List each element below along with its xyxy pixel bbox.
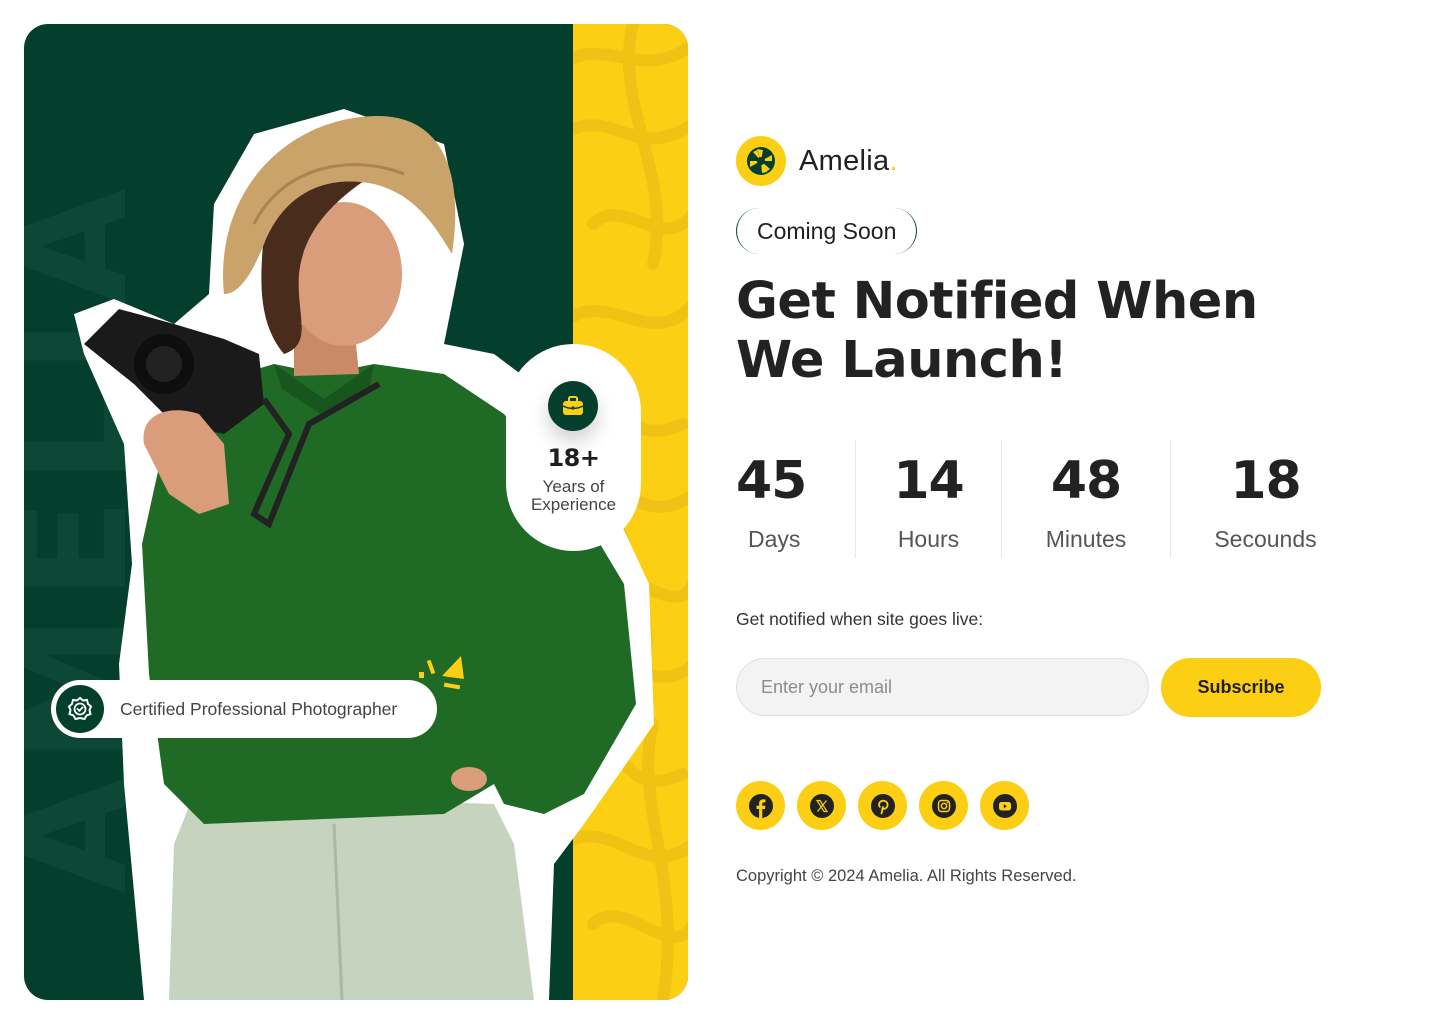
countdown-seconds: 18 Secounds xyxy=(1170,440,1360,558)
youtube-link[interactable] xyxy=(980,781,1029,830)
certificate-badge: Certified Professional Photographer xyxy=(51,680,437,738)
x-icon xyxy=(809,793,834,818)
experience-value: 18+ xyxy=(547,444,600,472)
countdown-timer: 45 Days 14 Hours 48 Minutes 18 Secounds xyxy=(736,440,1360,558)
brand-logo[interactable]: Amelia. xyxy=(736,136,898,186)
social-links xyxy=(736,781,1029,830)
page-title: Get Notified When We Launch! xyxy=(736,272,1376,390)
copyright-text: Copyright © 2024 Amelia. All Rights Rese… xyxy=(736,867,1077,885)
email-input[interactable] xyxy=(736,658,1149,716)
facebook-link[interactable] xyxy=(736,781,785,830)
countdown-label: Days xyxy=(748,526,801,552)
experience-badge: 18+ Years of Experience xyxy=(506,344,641,551)
headline-line2: We Launch! xyxy=(736,331,1068,390)
countdown-days: 45 Days xyxy=(736,440,855,558)
youtube-icon xyxy=(992,793,1017,818)
pinterest-link[interactable] xyxy=(858,781,907,830)
headline-line1: Get Notified When xyxy=(736,272,1258,331)
certificate-icon-circle xyxy=(56,685,104,733)
x-link[interactable] xyxy=(797,781,846,830)
subscribe-button[interactable]: Subscribe xyxy=(1161,658,1321,717)
countdown-value: 14 xyxy=(893,451,964,511)
aperture-logo-icon xyxy=(736,136,786,186)
briefcase-icon-circle xyxy=(548,381,598,431)
pinterest-icon xyxy=(870,793,895,818)
countdown-minutes: 48 Minutes xyxy=(1001,440,1170,558)
subscribe-prompt: Get notified when site goes live: xyxy=(736,609,984,629)
countdown-value: 48 xyxy=(1050,451,1122,511)
countdown-hours: 14 Hours xyxy=(855,440,1001,558)
brand-name: Amelia. xyxy=(799,145,898,178)
experience-label: Years of Experience xyxy=(506,478,641,514)
countdown-label: Secounds xyxy=(1214,526,1317,552)
brand-name-text: Amelia xyxy=(799,144,890,177)
countdown-label: Hours xyxy=(897,526,960,552)
hero-card: AMELIA xyxy=(24,24,688,1000)
countdown-value: 18 xyxy=(1230,451,1301,511)
facebook-icon xyxy=(748,793,773,818)
experience-label-line2: Experience xyxy=(530,495,617,514)
countdown-label: Minutes xyxy=(1045,526,1127,552)
instagram-icon xyxy=(931,793,956,818)
experience-label-line1: Years of xyxy=(542,477,605,496)
pants xyxy=(169,794,534,1000)
countdown-value: 45 xyxy=(736,451,807,511)
certificate-label: Certified Professional Photographer xyxy=(120,698,398,719)
verified-badge-icon xyxy=(67,696,93,721)
briefcase-icon xyxy=(562,396,584,415)
coming-soon-pill: Coming Soon xyxy=(736,208,918,254)
brand-dot: . xyxy=(889,144,898,177)
instagram-link[interactable] xyxy=(919,781,968,830)
